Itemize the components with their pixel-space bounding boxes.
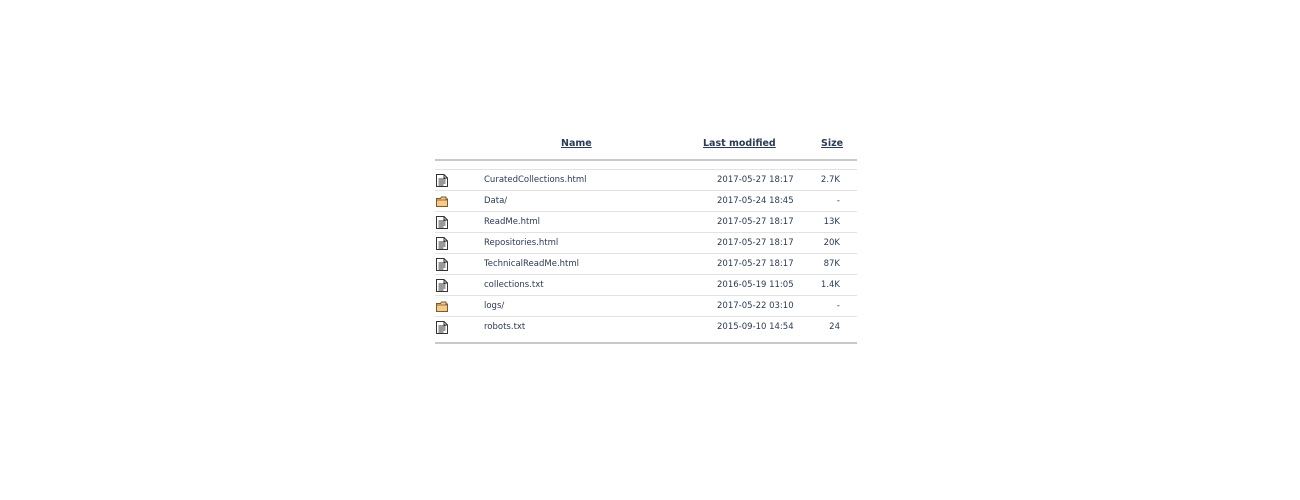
text-file-icon <box>436 216 448 229</box>
size-cell: 13K <box>823 217 840 227</box>
size-cell: 1.4K <box>820 280 840 290</box>
text-file-icon <box>436 279 448 292</box>
text-file-icon <box>436 174 448 187</box>
table-row: collections.txt 2016-05-19 11:05 1.4K <box>435 275 857 296</box>
text-file-icon <box>436 258 448 271</box>
sort-by-name-link[interactable]: Name <box>561 138 592 150</box>
table-row: ReadMe.html 2017-05-27 18:17 13K <box>435 212 857 233</box>
last-modified-cell: 2017-05-27 18:17 <box>717 217 794 227</box>
file-link[interactable]: ReadMe.html <box>484 212 540 232</box>
size-cell: - <box>836 196 840 206</box>
table-row: TechnicalReadMe.html 2017-05-27 18:17 87K <box>435 254 857 275</box>
last-modified-cell: 2017-05-22 03:10 <box>717 301 794 311</box>
table-row: Repositories.html 2017-05-27 18:17 20K <box>435 233 857 254</box>
file-link[interactable]: TechnicalReadMe.html <box>484 254 579 274</box>
footer-divider <box>435 342 857 344</box>
folder-link[interactable]: logs/ <box>484 296 504 316</box>
size-cell: - <box>836 301 840 311</box>
folder-icon <box>436 300 448 313</box>
last-modified-cell: 2016-05-19 11:05 <box>717 280 794 290</box>
folder-icon <box>436 195 448 208</box>
sort-by-size-link[interactable]: Size <box>821 138 843 150</box>
table-header: Name Last modified Size <box>435 131 857 159</box>
last-modified-cell: 2017-05-24 18:45 <box>717 196 794 206</box>
last-modified-cell: 2017-05-27 18:17 <box>717 259 794 269</box>
last-modified-cell: 2015-09-10 14:54 <box>717 322 794 332</box>
size-cell: 2.7K <box>820 175 840 185</box>
size-cell: 24 <box>829 322 840 332</box>
file-link[interactable]: robots.txt <box>484 317 525 337</box>
file-link[interactable]: Repositories.html <box>484 233 558 253</box>
text-file-icon <box>436 237 448 250</box>
size-cell: 87K <box>823 259 840 269</box>
file-list: CuratedCollections.html 2017-05-27 18:17 2… <box>435 170 857 337</box>
table-row: robots.txt 2015-09-10 14:54 24 <box>435 317 857 337</box>
table-row: Data/2017-05-24 18:45 - <box>435 191 857 212</box>
text-file-icon <box>436 321 448 334</box>
last-modified-cell: 2017-05-27 18:17 <box>717 175 794 185</box>
table-row: logs/2017-05-22 03:10 - <box>435 296 857 317</box>
size-cell: 20K <box>823 238 840 248</box>
last-modified-cell: 2017-05-27 18:17 <box>717 238 794 248</box>
folder-link[interactable]: Data/ <box>484 191 507 211</box>
table-row: CuratedCollections.html 2017-05-27 18:17 2… <box>435 170 857 191</box>
directory-listing: Name Last modified Size CuratedCollectio… <box>435 131 857 344</box>
spacer-row <box>435 161 857 170</box>
sort-by-last-modified-link[interactable]: Last modified <box>703 138 776 150</box>
file-link[interactable]: collections.txt <box>484 275 544 295</box>
file-link[interactable]: CuratedCollections.html <box>484 170 587 190</box>
